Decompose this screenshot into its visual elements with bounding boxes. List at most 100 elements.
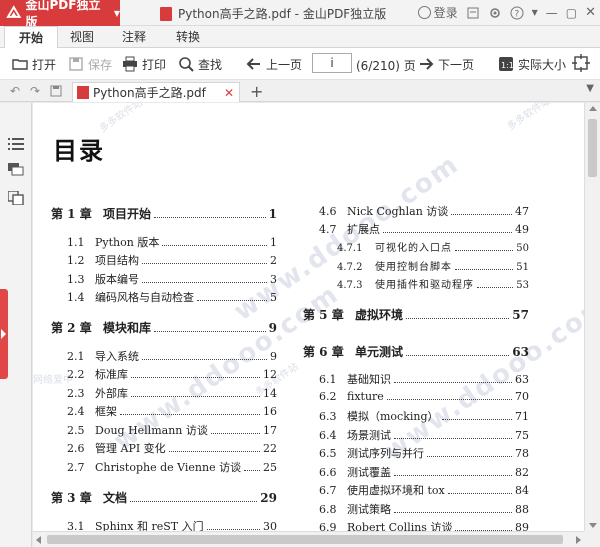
toc-entry-title: 框架 xyxy=(95,405,117,418)
close-button[interactable]: ✕ xyxy=(585,5,596,20)
toc-entry-page: 88 xyxy=(515,503,529,516)
undo-icon[interactable]: ↶ xyxy=(8,84,22,98)
horizontal-scrollbar[interactable] xyxy=(33,531,584,547)
document-tab[interactable]: Python高手之路.pdf ✕ xyxy=(72,82,240,102)
toc-entry[interactable]: 6.7 使用虚拟环境和 tox 84 xyxy=(319,482,529,498)
toc-entry[interactable]: 6.6 测试覆盖 82 xyxy=(319,464,529,480)
minimize-button[interactable]: — xyxy=(546,6,558,20)
fit-page-icon[interactable] xyxy=(572,54,590,72)
toc-entry[interactable]: 1.3 版本编号 3 xyxy=(67,271,277,287)
print-label: 打印 xyxy=(142,57,167,72)
toc-entry-title: 模块和库 xyxy=(103,321,152,335)
toc-entry[interactable]: 6.2 fixture 70 xyxy=(319,390,529,403)
toc-entry-page: 17 xyxy=(263,424,277,437)
scroll-up-arrow-icon[interactable] xyxy=(589,106,597,111)
maximize-button[interactable]: ▢ xyxy=(566,6,577,20)
toc-entry-page: 75 xyxy=(515,429,529,442)
toc-entry[interactable]: 2.7 Christophe de Vienne 访谈 25 xyxy=(67,459,277,475)
scrollbar-corner xyxy=(584,531,600,547)
next-page-button[interactable]: 下一页 xyxy=(418,54,474,74)
tab-start[interactable]: 开始 xyxy=(4,26,59,48)
toc-entry[interactable]: 2.5 Doug Hellmann 访谈 17 xyxy=(67,422,277,438)
toc-entry[interactable]: 第 5 章虚拟环境 57 xyxy=(303,306,529,323)
toc-entry[interactable]: 2.6 管理 API 变化 22 xyxy=(67,440,277,456)
comments-icon[interactable] xyxy=(8,163,24,177)
toc-entry[interactable]: 2.3 外部库 14 xyxy=(67,385,277,401)
toc-entry[interactable]: 3.1 Sphinx 和 reST 入门 30 xyxy=(67,518,277,531)
save-icon xyxy=(69,57,83,71)
close-tab-icon[interactable]: ✕ xyxy=(224,86,234,100)
toc-entry[interactable]: 第 2 章模块和库 9 xyxy=(51,319,277,336)
sidebar-expand-handle[interactable] xyxy=(0,289,8,379)
redo-icon[interactable]: ↷ xyxy=(28,84,42,98)
toc-entry[interactable]: 6.3 模拟（mocking） 71 xyxy=(319,408,529,424)
toc-entry-leader xyxy=(477,287,514,288)
toc-entry-leader xyxy=(130,501,258,502)
toc-entry[interactable]: 2.4 框架 16 xyxy=(67,403,277,419)
toc-entry-number: 1.3 xyxy=(67,273,85,286)
vertical-scrollbar[interactable] xyxy=(584,103,600,531)
help-icon[interactable]: ? xyxy=(510,6,524,20)
document-viewport[interactable]: 目录 www.ddooo.com www.ddooo.com www.ddooo.c… xyxy=(33,103,584,531)
toc-entry[interactable]: 1.4 编码风格与自动检查 5 xyxy=(67,289,277,305)
toc-entry[interactable]: 6.4 场景测试 75 xyxy=(319,427,529,443)
app-menu-button[interactable]: 金山PDF独立版 ▼ xyxy=(0,0,120,29)
prev-page-label: 上一页 xyxy=(266,57,303,72)
scroll-right-arrow-icon[interactable] xyxy=(576,536,581,544)
toc-entry-leader xyxy=(394,475,512,476)
folder-icon xyxy=(12,59,28,70)
toc-entry-number: 第 6 章 xyxy=(303,345,344,359)
toc-entry[interactable]: 第 6 章单元测试 63 xyxy=(303,343,529,360)
tab-view[interactable]: 视图 xyxy=(56,26,108,48)
toc-entry[interactable]: 1.1 Python 版本 1 xyxy=(67,234,277,250)
scroll-down-arrow-icon[interactable] xyxy=(589,523,597,528)
toc-entry-title: 编码风格与自动检查 xyxy=(95,291,194,304)
toc-entry[interactable]: 1.2 项目结构 2 xyxy=(67,252,277,268)
tab-list-chevron-icon[interactable]: ▼ xyxy=(586,83,594,94)
toc-entry-leader xyxy=(406,318,510,319)
toc-entry-page: 51 xyxy=(516,262,529,273)
toc-entry[interactable]: 第 1 章项目开始 1 xyxy=(51,205,277,222)
toc-entry-page: 89 xyxy=(515,521,529,531)
toc-entry-number: 2.6 xyxy=(67,442,85,455)
prev-page-button[interactable]: 上一页 xyxy=(246,54,302,74)
tab-annotate[interactable]: 注释 xyxy=(108,26,160,48)
outline-list-icon[interactable] xyxy=(8,137,24,151)
toc-entry[interactable]: 2.2 标准库 12 xyxy=(67,366,277,382)
skin-icon[interactable] xyxy=(466,6,480,20)
toc-entry-leader xyxy=(451,214,512,215)
toc-entry[interactable]: 4.7.3 使用插件和驱动程序 53 xyxy=(337,276,529,291)
print-button[interactable]: 打印 xyxy=(122,54,166,74)
login-button[interactable]: 登录 xyxy=(417,4,458,21)
toc-entry-leader xyxy=(120,414,260,415)
gear-icon[interactable] xyxy=(488,6,502,20)
toc-entry[interactable]: 第 3 章文档 29 xyxy=(51,489,277,506)
save-button[interactable]: 保存 xyxy=(68,54,112,74)
find-button[interactable]: 查找 xyxy=(178,54,222,74)
caret-down-icon[interactable]: ▼ xyxy=(532,8,538,17)
toc-entry[interactable]: 6.5 测试序列与并行 78 xyxy=(319,445,529,461)
scroll-left-arrow-icon[interactable] xyxy=(36,536,41,544)
vertical-scroll-thumb[interactable] xyxy=(588,119,597,177)
toc-entry[interactable]: 4.7.2 使用控制台脚本 51 xyxy=(337,258,529,273)
svg-text:1:1: 1:1 xyxy=(501,61,514,70)
thumbnails-icon[interactable] xyxy=(8,191,24,205)
page-number-input[interactable]: i xyxy=(312,53,352,73)
toc-entry[interactable]: 4.7 扩展点 49 xyxy=(319,221,529,237)
user-icon xyxy=(417,6,431,19)
save-small-icon[interactable] xyxy=(50,85,62,97)
toc-entry[interactable]: 6.1 基础知识 63 xyxy=(319,371,529,387)
toc-entry[interactable]: 4.7.1 可视化的入口点 50 xyxy=(337,239,529,254)
actual-size-button[interactable]: 1:1 实际大小 xyxy=(498,54,566,74)
toc-entry[interactable]: 6.8 测试策略 88 xyxy=(319,501,529,517)
toc-entry[interactable]: 2.1 导入系统 9 xyxy=(67,348,277,364)
toc-entry-page: 53 xyxy=(516,280,529,291)
toc-entry[interactable]: 6.9 Robert Collins 访谈 89 xyxy=(319,519,529,531)
open-button[interactable]: 打开 xyxy=(12,54,56,74)
toc-entry-title: 项目结构 xyxy=(95,254,139,267)
horizontal-scroll-thumb[interactable] xyxy=(47,535,563,544)
new-tab-button[interactable]: + xyxy=(250,82,263,101)
toc-entry-leader xyxy=(406,355,510,356)
tab-convert[interactable]: 转换 xyxy=(162,26,214,48)
toc-entry[interactable]: 4.6 Nick Coghlan 访谈 47 xyxy=(319,203,529,219)
